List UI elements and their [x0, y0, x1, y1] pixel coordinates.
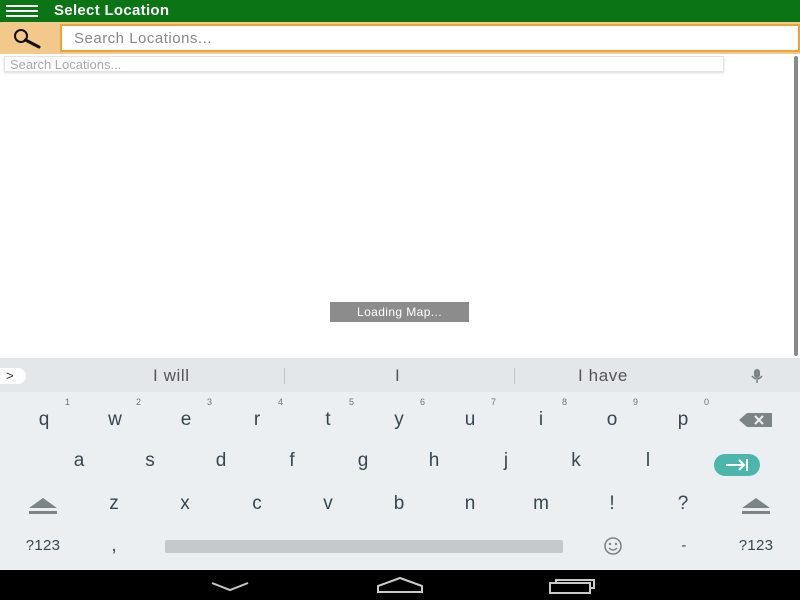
search-bar: [0, 22, 800, 54]
backspace-icon: [739, 413, 772, 427]
key-y[interactable]: y6: [369, 397, 429, 440]
scrollbar[interactable]: [794, 56, 798, 356]
emoji-icon: [604, 537, 622, 555]
key-k[interactable]: k: [546, 441, 606, 481]
key-d[interactable]: d: [191, 441, 251, 481]
symbols-key-right[interactable]: ?123: [726, 526, 786, 566]
key-r[interactable]: r4: [227, 397, 287, 440]
key-g[interactable]: g: [333, 441, 393, 481]
shift-icon: [742, 498, 770, 514]
shift-key-left[interactable]: [13, 484, 73, 524]
search-suggestion-box[interactable]: Search Locations...: [4, 56, 724, 72]
key-l[interactable]: l: [618, 441, 678, 481]
key-e[interactable]: e3: [156, 397, 216, 440]
suggestion-3[interactable]: I have: [578, 366, 628, 386]
key-f[interactable]: f: [262, 441, 322, 481]
emoji-key[interactable]: [583, 526, 643, 566]
key-x[interactable]: x: [155, 484, 215, 524]
key-q[interactable]: q1: [14, 397, 74, 440]
key-h[interactable]: h: [404, 441, 464, 481]
divider: [514, 368, 515, 384]
key-w[interactable]: w2: [85, 397, 145, 440]
search-icon[interactable]: [8, 27, 44, 49]
key-z[interactable]: z: [84, 484, 144, 524]
key-c[interactable]: c: [227, 484, 287, 524]
shift-key-right[interactable]: [726, 484, 786, 524]
space-key[interactable]: [165, 540, 563, 553]
key-exclamation[interactable]: !: [582, 484, 642, 524]
backspace-key[interactable]: [726, 400, 786, 440]
strip-expand-button[interactable]: >: [0, 368, 26, 384]
page-title: Select Location: [54, 2, 170, 19]
key-v[interactable]: v: [298, 484, 358, 524]
key-m[interactable]: m: [511, 484, 571, 524]
soft-keyboard: > I will I I have q1 w2 e3 r4 t5 y6 u7 i…: [0, 358, 800, 570]
back-icon[interactable]: [210, 578, 250, 592]
key-a[interactable]: a: [49, 441, 109, 481]
mic-icon[interactable]: [750, 368, 764, 384]
app-bar: Select Location: [0, 0, 800, 22]
key-comma[interactable]: ,: [84, 526, 144, 566]
key-t[interactable]: t5: [298, 397, 358, 440]
key-p[interactable]: p0: [653, 397, 713, 440]
key-s[interactable]: s: [120, 441, 180, 481]
divider: [284, 368, 285, 384]
suggestion-2[interactable]: I: [395, 366, 400, 386]
key-b[interactable]: b: [369, 484, 429, 524]
key-i[interactable]: i8: [511, 397, 571, 440]
suggestion-strip: > I will I I have: [0, 358, 800, 392]
key-u[interactable]: u7: [440, 397, 500, 440]
home-icon[interactable]: [376, 576, 424, 594]
loading-map-label: Loading Map...: [330, 302, 469, 322]
symbols-key-left[interactable]: ?123: [13, 526, 73, 566]
key-question[interactable]: ?: [653, 484, 713, 524]
system-nav-bar: [0, 570, 800, 600]
enter-icon: [726, 459, 748, 471]
shift-icon: [29, 498, 57, 514]
key-o[interactable]: o9: [582, 397, 642, 440]
key-n[interactable]: n: [440, 484, 500, 524]
menu-icon[interactable]: [6, 5, 38, 17]
recents-icon[interactable]: [548, 578, 596, 594]
search-input[interactable]: [60, 24, 800, 52]
key-j[interactable]: j: [476, 441, 536, 481]
suggestion-1[interactable]: I will: [153, 366, 190, 386]
enter-key[interactable]: [714, 454, 760, 476]
key-dash[interactable]: -: [654, 526, 714, 566]
